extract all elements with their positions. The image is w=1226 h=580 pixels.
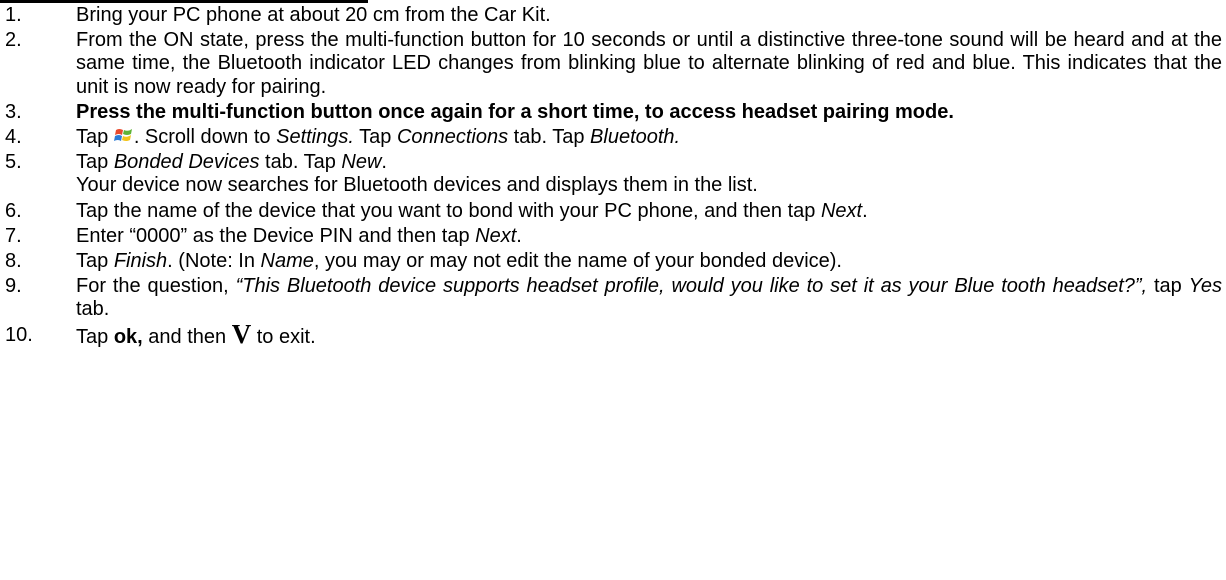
step-4: 4. Tap . Scroll down to Settings. Tap Co… bbox=[0, 126, 1226, 149]
step-10: 10. Tap ok, and then V to exit. bbox=[0, 318, 1226, 349]
step-number: 8. bbox=[5, 250, 22, 273]
step-7: 7. Enter “0000” as the Device PIN and th… bbox=[0, 225, 1226, 248]
bonded-devices-term: Bonded Devices bbox=[113, 151, 260, 174]
next-term: Next bbox=[820, 199, 863, 222]
step-number: 1. bbox=[5, 4, 22, 26]
step-text: Bring your PC phone at about 20 cm from … bbox=[76, 4, 551, 26]
windows-start-icon bbox=[113, 126, 134, 146]
step-text: From the ON state, press the multi-funct… bbox=[76, 29, 1222, 98]
settings-term: Settings. bbox=[276, 126, 354, 149]
finish-term: Finish bbox=[113, 250, 168, 273]
step-3: 3. Press the multi-function button once … bbox=[0, 101, 1226, 124]
step-9: 9. For the question, “This Bluetooth dev… bbox=[0, 275, 1226, 321]
step-number: 6. bbox=[5, 199, 22, 222]
v-key-glyph: V bbox=[231, 318, 252, 349]
step-text: Enter “0000” as the Device PIN and then … bbox=[76, 224, 522, 247]
step-5-continuation: Your device now searches for Bluetooth d… bbox=[76, 174, 758, 197]
instruction-list: 1. Bring your PC phone at about 20 cm fr… bbox=[0, 4, 1226, 351]
step-number: 10. bbox=[5, 323, 33, 346]
ok-term: ok, bbox=[113, 325, 143, 348]
question-text: “This Bluetooth device supports headset … bbox=[235, 275, 1148, 298]
step-text: Tap ok, and then V to exit. bbox=[76, 318, 316, 349]
step-text: Tap . Scroll down to Settings. Tap Conne… bbox=[76, 126, 681, 149]
step-1: 1. Bring your PC phone at about 20 cm fr… bbox=[0, 4, 1226, 27]
step-number: 4. bbox=[5, 126, 22, 149]
new-term: New bbox=[341, 151, 382, 174]
yes-term: Yes bbox=[1188, 275, 1222, 298]
step-text: Press the multi-function button once aga… bbox=[76, 100, 954, 123]
step-text: For the question, “This Bluetooth device… bbox=[76, 275, 1222, 321]
connections-term: Connections bbox=[396, 126, 509, 149]
step-number: 9. bbox=[5, 275, 22, 298]
step-number: 3. bbox=[5, 100, 22, 123]
step-text: Tap Finish. (Note: In Name, you may or m… bbox=[76, 250, 842, 273]
step-6: 6. Tap the name of the device that you w… bbox=[0, 200, 1226, 223]
name-term: Name bbox=[260, 250, 314, 273]
step-2: 2. From the ON state, press the multi-fu… bbox=[0, 29, 1226, 99]
step-text: Tap the name of the device that you want… bbox=[76, 199, 868, 222]
step-number: 2. bbox=[5, 29, 22, 52]
step-5: 5. Tap Bonded Devices tab. Tap New. bbox=[0, 151, 1226, 174]
step-8: 8. Tap Finish. (Note: In Name, you may o… bbox=[0, 250, 1226, 273]
step-number: 7. bbox=[5, 224, 22, 247]
top-rule bbox=[0, 0, 368, 3]
bluetooth-term: Bluetooth. bbox=[590, 126, 681, 149]
step-text: Tap Bonded Devices tab. Tap New. bbox=[76, 151, 387, 174]
next-term: Next bbox=[475, 224, 517, 247]
step-number: 5. bbox=[5, 151, 22, 174]
